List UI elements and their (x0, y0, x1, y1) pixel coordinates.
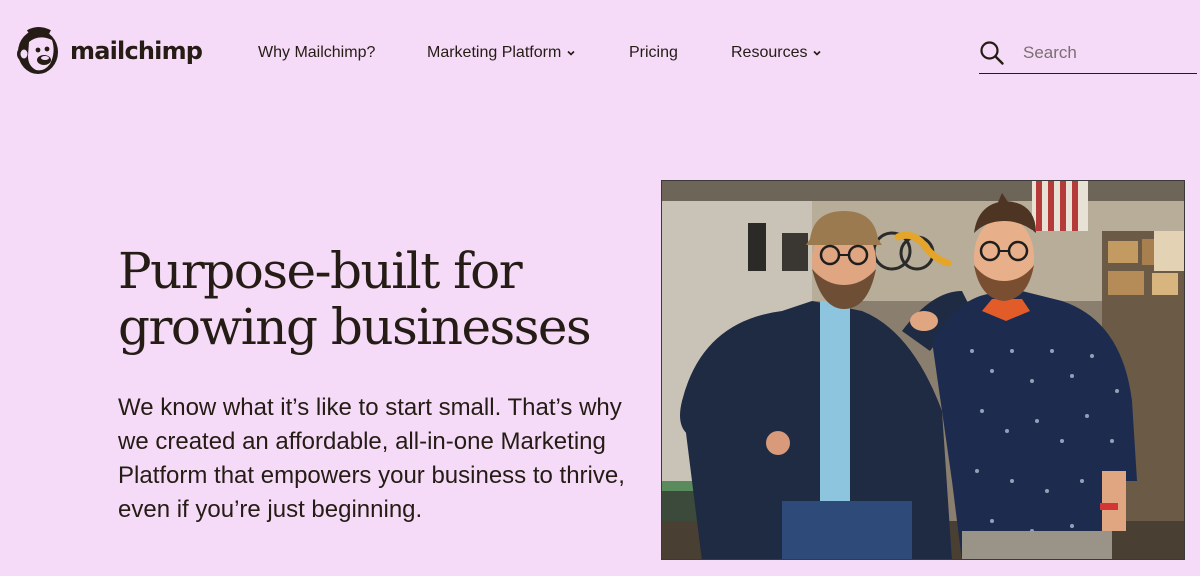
search-icon[interactable] (979, 40, 1005, 66)
hero-photo (661, 180, 1185, 560)
brand-logo[interactable]: mailchimp (14, 24, 203, 78)
chevron-down-icon (567, 50, 575, 56)
nav-item-resources[interactable]: Resources (731, 44, 822, 62)
nav-item-marketing-platform[interactable]: Marketing Platform (427, 44, 575, 62)
brand-name: mailchimp (70, 37, 203, 65)
hero-photo-illustration (662, 181, 1184, 559)
nav-item-label: Why Mailchimp? (258, 44, 376, 61)
search-bar (979, 36, 1197, 74)
nav-item-label: Marketing Platform (427, 44, 562, 61)
nav-item-pricing[interactable]: Pricing (629, 44, 678, 62)
freddie-monkey-icon (17, 27, 58, 74)
chevron-down-icon (813, 50, 822, 56)
nav-item-label: Pricing (629, 44, 678, 61)
nav-item-why-mailchimp[interactable]: Why Mailchimp? (258, 44, 375, 62)
search-input[interactable] (1023, 42, 1183, 63)
hero-title: Purpose-built for growing businesses (118, 242, 592, 356)
nav-item-label: Resources (731, 44, 808, 61)
hero-body: We know what it’s like to start small. T… (118, 394, 625, 523)
